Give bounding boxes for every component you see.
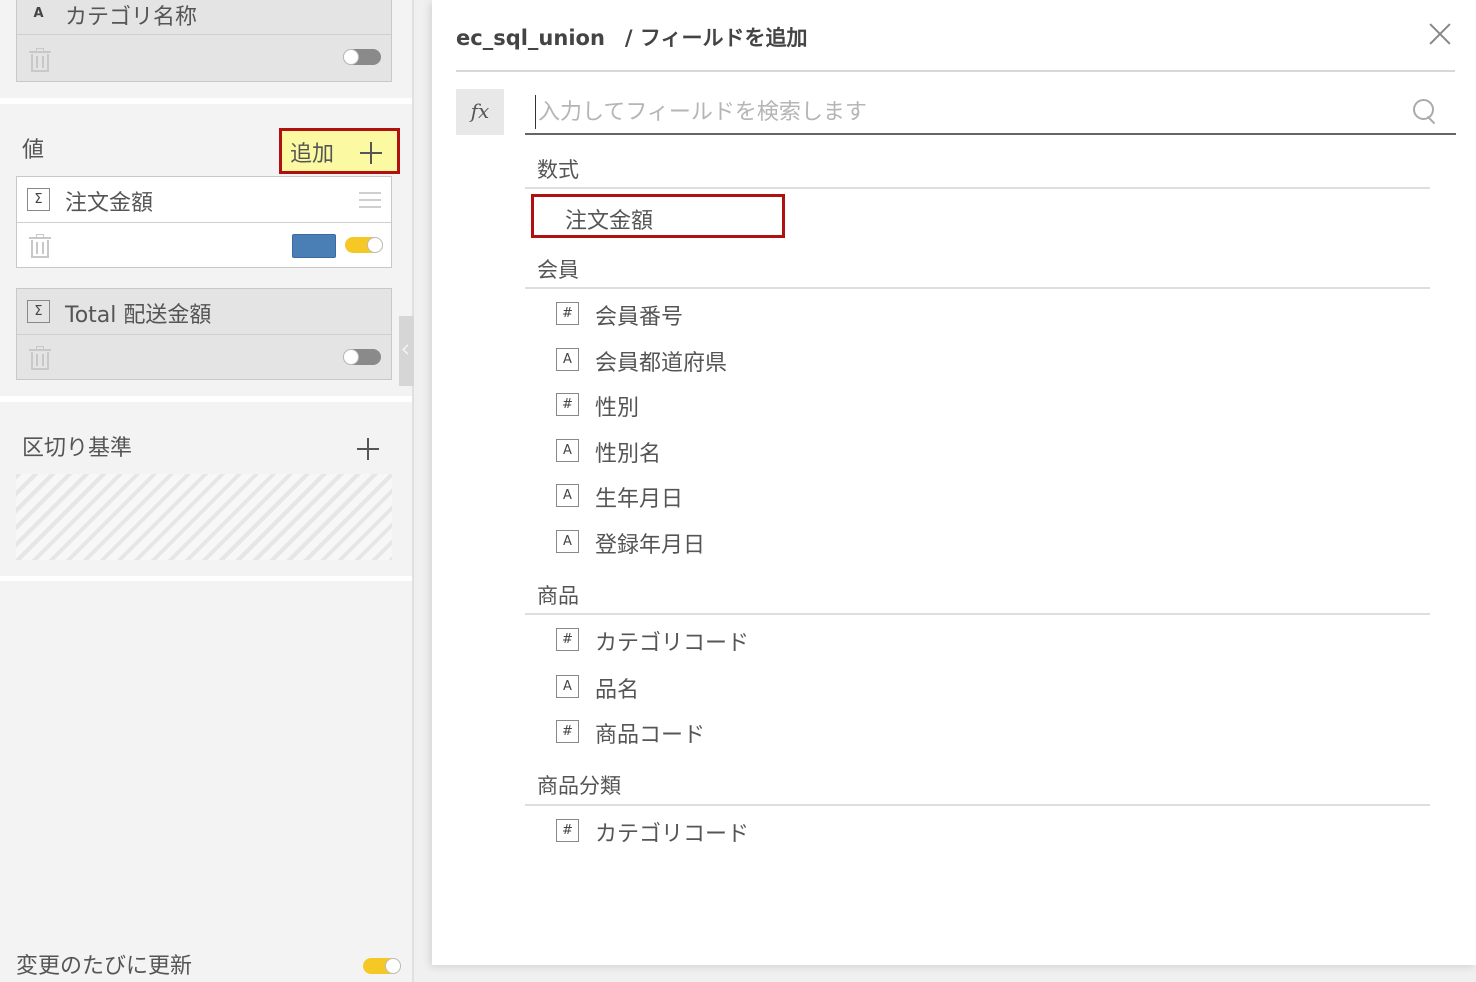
formula-button[interactable]: fx: [456, 89, 504, 135]
auto-update-label: 変更のたびに更新: [16, 954, 193, 979]
text-type-icon: A: [556, 484, 579, 507]
item-label: 商品コード: [595, 723, 706, 748]
split-drop-zone[interactable]: [16, 474, 392, 560]
add-button-label: 追加: [290, 142, 335, 167]
search-icon[interactable]: [1413, 99, 1439, 125]
text-type-icon: A: [556, 439, 579, 462]
number-type-icon: #: [556, 819, 579, 842]
series-color-swatch[interactable]: [292, 234, 336, 258]
item-label: 会員都道府県: [595, 351, 728, 376]
sigma-icon: Σ: [27, 300, 50, 323]
auto-update-toggle[interactable]: [363, 958, 401, 974]
add-split-plus-icon[interactable]: [357, 438, 379, 460]
field-config-panel: A カテゴリ名称 値 追加 Σ 注文金額 Σ Total 配送金額 区切り基準: [0, 0, 412, 982]
drag-handle-icon[interactable]: [359, 192, 381, 208]
title-divider: [456, 70, 1455, 72]
item-label: 品名: [595, 678, 640, 703]
item-label: 注文金額: [565, 209, 654, 234]
item-label: 性別: [595, 396, 640, 421]
section-divider: [0, 576, 412, 581]
field-card-total-shipping[interactable]: Σ Total 配送金額: [16, 288, 392, 380]
field-card-header: A カテゴリ名称: [17, 0, 391, 35]
group-divider: [525, 613, 1430, 615]
field-card-order-amount[interactable]: Σ 注文金額: [16, 176, 392, 268]
item-label: カテゴリコード: [595, 822, 750, 847]
text-type-icon: A: [33, 6, 44, 21]
visibility-toggle[interactable]: [343, 49, 381, 65]
text-type-icon: A: [556, 530, 579, 553]
group-divider: [525, 187, 1430, 189]
item-label: カテゴリコード: [595, 631, 750, 656]
item-label: 会員番号: [595, 305, 684, 330]
field-card-category-name[interactable]: A カテゴリ名称: [16, 0, 392, 82]
field-label: 注文金額: [65, 191, 154, 216]
number-type-icon: #: [556, 720, 579, 743]
dataset-name: ec_sql_union: [456, 26, 605, 50]
text-type-icon: A: [556, 348, 579, 371]
number-type-icon: #: [556, 302, 579, 325]
dialog-title: ec_sql_union / フィールドを追加: [456, 22, 807, 52]
group-title-formula: 数式: [537, 158, 579, 182]
search-box: [525, 89, 1456, 135]
group-title-product-category: 商品分類: [537, 774, 621, 798]
field-label: Total 配送金額: [65, 303, 212, 328]
group-title-member: 会員: [537, 258, 579, 282]
values-section-title: 値: [22, 138, 45, 163]
trash-icon[interactable]: [29, 48, 51, 72]
collapse-panel-handle[interactable]: [399, 316, 414, 386]
add-field-dialog: ec_sql_union/ フィールドを追加 fx 数式 会員 #会員番号 A会…: [432, 0, 1476, 965]
field-label: カテゴリ名称: [65, 5, 198, 30]
trash-icon[interactable]: [29, 346, 51, 370]
add-value-button[interactable]: 追加: [279, 128, 400, 174]
section-divider: [0, 98, 412, 104]
group-divider: [525, 287, 1430, 289]
close-icon[interactable]: [1428, 22, 1452, 46]
number-type-icon: #: [556, 628, 579, 651]
visibility-toggle[interactable]: [343, 349, 381, 365]
group-title-product: 商品: [537, 584, 579, 608]
trash-icon[interactable]: [29, 234, 51, 258]
section-divider: [0, 396, 412, 402]
search-input[interactable]: [535, 95, 1395, 129]
dialog-subtitle: / フィールドを追加: [624, 26, 808, 50]
panel-divider: [412, 0, 414, 982]
sigma-icon: Σ: [27, 188, 50, 211]
field-card-header: Σ 注文金額: [17, 177, 391, 223]
number-type-icon: #: [556, 393, 579, 416]
group-divider: [525, 804, 1430, 806]
formula-item-order-amount[interactable]: 注文金額: [531, 194, 785, 238]
split-section-title: 区切り基準: [22, 436, 133, 461]
field-card-header: Σ Total 配送金額: [17, 289, 391, 335]
item-label: 生年月日: [595, 487, 684, 512]
text-type-icon: A: [556, 675, 579, 698]
item-label: 登録年月日: [595, 533, 706, 558]
plus-icon: [360, 142, 382, 164]
visibility-toggle[interactable]: [345, 237, 383, 253]
item-label: 性別名: [595, 442, 662, 467]
